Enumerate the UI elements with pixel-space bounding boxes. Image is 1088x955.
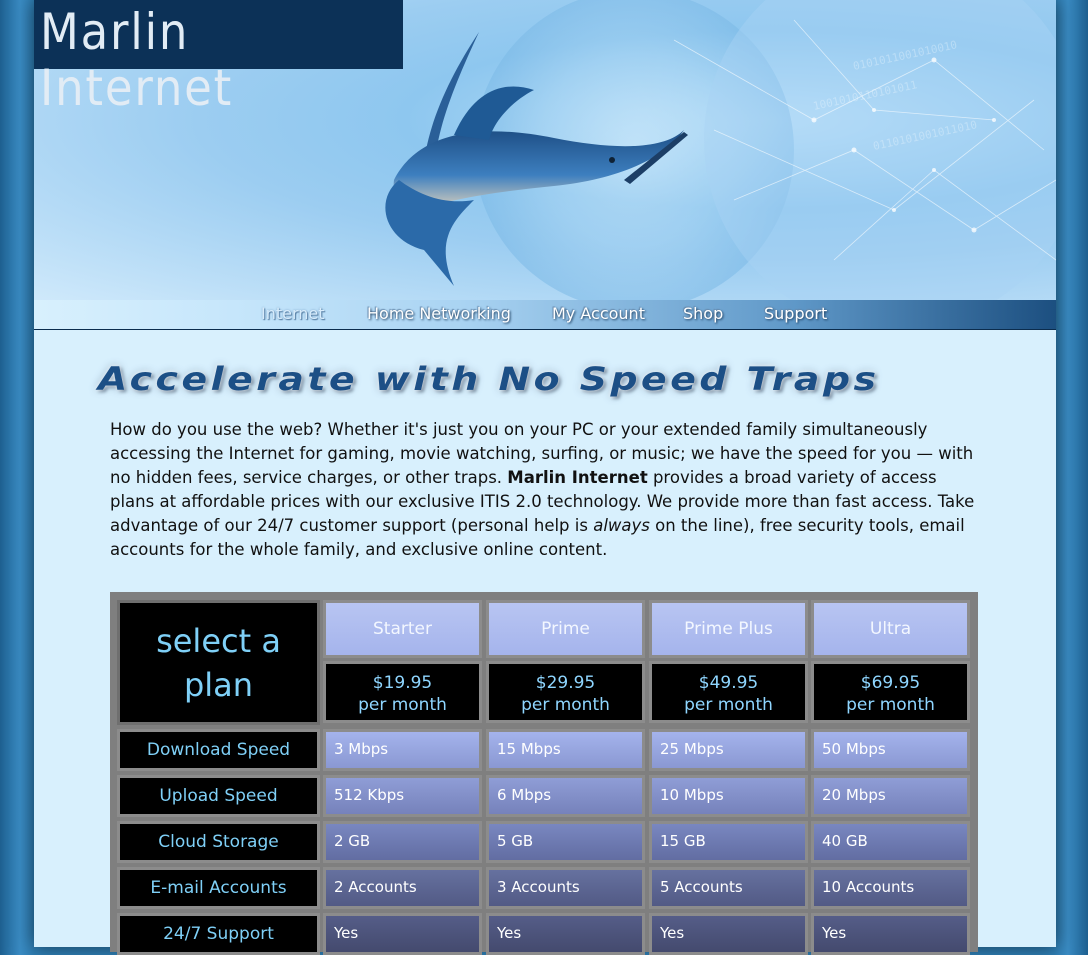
table-cell: Yes: [811, 913, 970, 955]
nav-item-support[interactable]: Support: [764, 304, 827, 323]
main-nav: Internet Home Networking My Account Shop…: [34, 300, 1056, 330]
price-amount: $29.95: [535, 673, 596, 693]
price-amount: $49.95: [698, 673, 759, 693]
plan-name-ultra[interactable]: Ultra: [811, 600, 970, 658]
table-cell: 5 Accounts: [649, 867, 808, 909]
table-cell: 512 Kbps: [323, 775, 482, 817]
price-period: per month: [684, 695, 773, 715]
plan-name-starter[interactable]: Starter: [323, 600, 482, 658]
intro-emphasis: always: [593, 516, 650, 535]
table-cell: Yes: [649, 913, 808, 955]
price-period: per month: [846, 695, 935, 715]
table-cell: 20 Mbps: [811, 775, 970, 817]
page-container: 0101011001010010 1001010110101011 011010…: [34, 0, 1056, 955]
plan-price-prime[interactable]: $29.95 per month: [486, 661, 645, 723]
plan-name-prime-plus[interactable]: Prime Plus: [649, 600, 808, 658]
nav-item-home-networking[interactable]: Home Networking: [367, 304, 511, 323]
price-period: per month: [358, 695, 447, 715]
row-label-cloud-storage: Cloud Storage: [117, 821, 320, 863]
logo-box[interactable]: Marlin Internet: [34, 0, 403, 116]
table-cell: Yes: [323, 913, 482, 955]
plan-price-ultra[interactable]: $69.95 per month: [811, 661, 970, 723]
plan-price-starter[interactable]: $19.95 per month: [323, 661, 482, 723]
table-cell: 15 GB: [649, 821, 808, 863]
table-cell: 50 Mbps: [811, 729, 970, 771]
headline-text: Accelerate with No Speed Traps: [98, 360, 880, 398]
plan-name-prime[interactable]: Prime: [486, 600, 645, 658]
table-cell: 2 Accounts: [323, 867, 482, 909]
nav-item-shop[interactable]: Shop: [683, 304, 723, 323]
table-cell: 2 GB: [323, 821, 482, 863]
row-label-upload-speed: Upload Speed: [117, 775, 320, 817]
plans-table: select a plan Starter Prime Prime Plus U…: [110, 592, 978, 955]
plan-price-prime-plus[interactable]: $49.95 per month: [649, 661, 808, 723]
nav-item-my-account[interactable]: My Account: [552, 304, 645, 323]
row-label-support: 24/7 Support: [117, 913, 320, 955]
logo-text: Marlin Internet: [40, 3, 234, 117]
intro-paragraph: How do you use the web? Whether it's jus…: [110, 418, 980, 562]
nav-item-internet[interactable]: Internet: [261, 304, 325, 323]
price-amount: $19.95: [372, 673, 433, 693]
table-cell: 6 Mbps: [486, 775, 645, 817]
table-cell: Yes: [486, 913, 645, 955]
table-cell: 15 Mbps: [486, 729, 645, 771]
row-label-download-speed: Download Speed: [117, 729, 320, 771]
table-cell: 10 Mbps: [649, 775, 808, 817]
intro-brand-name: Marlin Internet: [507, 468, 648, 487]
row-label-email-accounts: E-mail Accounts: [117, 867, 320, 909]
table-cell: 10 Accounts: [811, 867, 970, 909]
price-period: per month: [521, 695, 610, 715]
price-amount: $69.95: [860, 673, 921, 693]
table-cell: 5 GB: [486, 821, 645, 863]
header-banner: 0101011001010010 1001010110101011 011010…: [34, 0, 1056, 300]
page-headline: Accelerate with No Speed Traps: [98, 360, 978, 406]
table-cell: 3 Mbps: [323, 729, 482, 771]
table-cell: 25 Mbps: [649, 729, 808, 771]
table-cell: 40 GB: [811, 821, 970, 863]
table-cell: 3 Accounts: [486, 867, 645, 909]
select-plan-heading: select a plan: [117, 600, 320, 725]
